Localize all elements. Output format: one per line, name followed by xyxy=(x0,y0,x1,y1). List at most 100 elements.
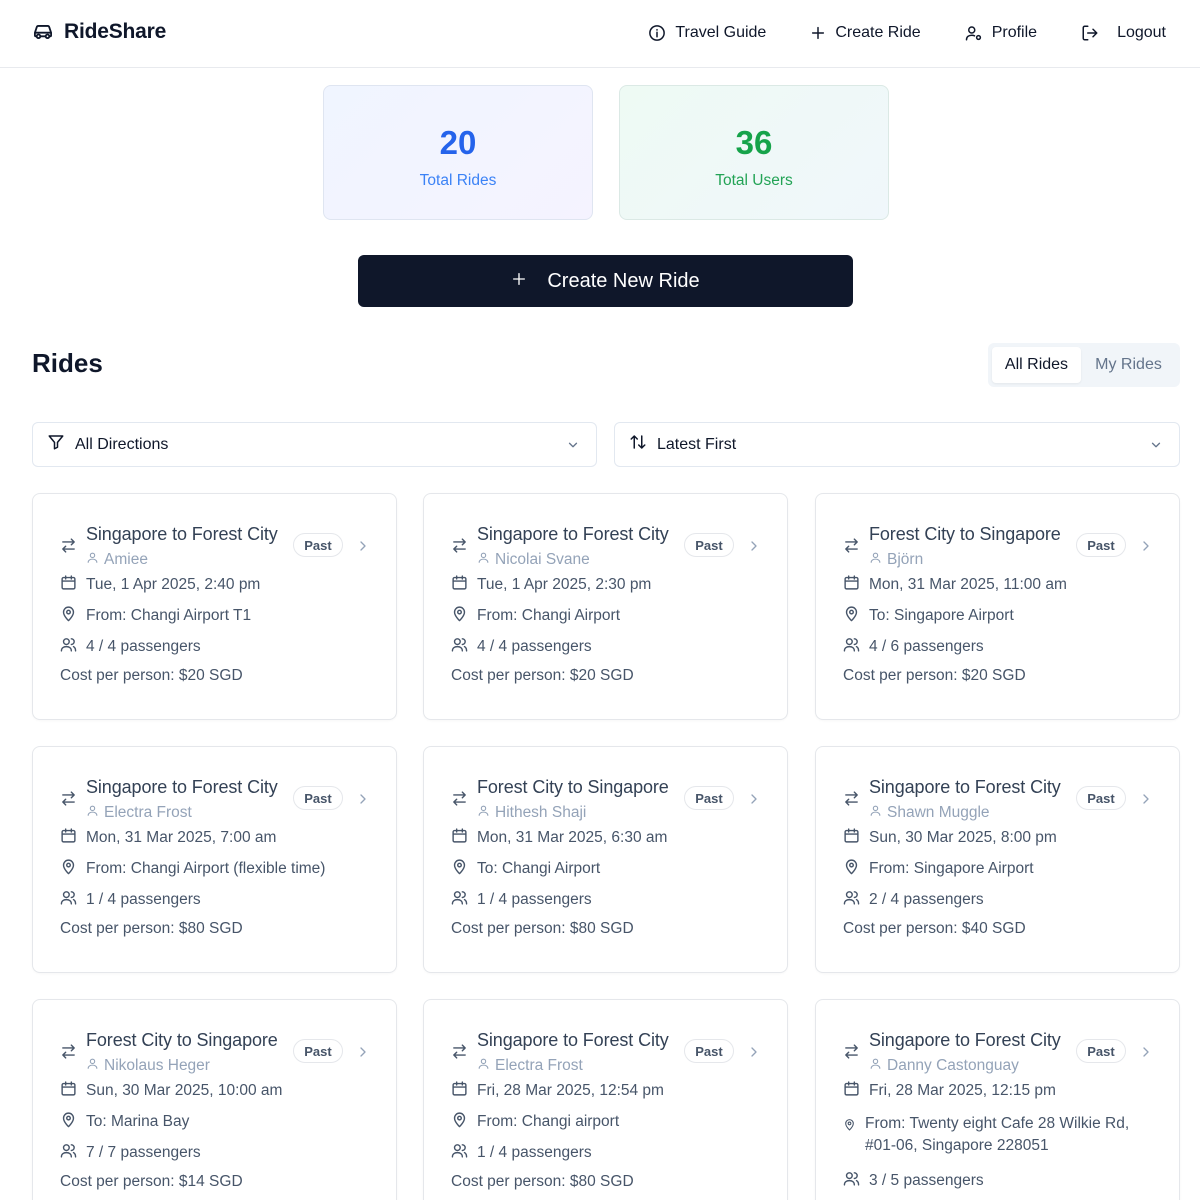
map-pin-icon xyxy=(843,1116,856,1138)
nav-create-ride-label: Create Ride xyxy=(835,24,921,41)
ride-card[interactable]: Forest City to Singapore Nikolaus Heger … xyxy=(32,999,397,1200)
ride-passengers-row: 1 / 4 passengers xyxy=(451,1142,592,1164)
nav-travel-guide-label: Travel Guide xyxy=(675,24,767,41)
chevron-right-icon[interactable] xyxy=(746,538,762,559)
brand-logo[interactable]: RideShare xyxy=(32,20,166,44)
logout-icon xyxy=(1081,24,1099,42)
direction-filter-select[interactable]: All Directions xyxy=(32,422,597,467)
user-icon xyxy=(869,1057,882,1075)
users-icon xyxy=(60,1142,77,1164)
map-pin-icon xyxy=(60,858,77,880)
ride-cost: Cost per person: $20 SGD xyxy=(60,667,243,684)
chevron-right-icon[interactable] xyxy=(746,791,762,812)
sort-order-select[interactable]: Latest First xyxy=(614,422,1180,467)
ride-passengers: 4 / 4 passengers xyxy=(477,638,592,655)
users-icon xyxy=(451,636,468,658)
nav-create-ride[interactable]: Create Ride xyxy=(810,24,921,42)
users-icon xyxy=(843,1170,860,1192)
ride-cost: Cost per person: $14 SGD xyxy=(60,1173,243,1190)
ride-route: Singapore to Forest City xyxy=(86,777,278,797)
ride-datetime-row: Fri, 28 Mar 2025, 12:15 pm xyxy=(843,1080,1056,1102)
ride-driver: Hithesh Shaji xyxy=(477,804,586,822)
chevron-right-icon[interactable] xyxy=(355,791,371,812)
user-icon xyxy=(477,804,490,822)
ride-cost: Cost per person: $40 SGD xyxy=(843,920,1026,937)
rides-view-toggle: All Rides My Rides xyxy=(988,343,1180,387)
ride-card[interactable]: Singapore to Forest City Nicolai Svane P… xyxy=(423,493,788,720)
ride-cost: Cost per person: $20 SGD xyxy=(451,667,634,684)
status-badge: Past xyxy=(293,1039,343,1063)
ride-card[interactable]: Singapore to Forest City Electra Frost P… xyxy=(423,999,788,1200)
ride-location-row: From: Singapore Airport xyxy=(843,858,1034,880)
ride-passengers-row: 2 / 4 passengers xyxy=(843,889,984,911)
create-new-ride-label: Create New Ride xyxy=(547,269,700,292)
calendar-icon xyxy=(451,574,468,596)
ride-location: From: Changi Airport (flexible time) xyxy=(86,860,326,877)
ride-passengers: 3 / 5 passengers xyxy=(869,1172,984,1189)
ride-passengers: 1 / 4 passengers xyxy=(477,891,592,908)
ride-location: From: Twenty eight Cafe 28 Wilkie Rd, #0… xyxy=(865,1115,1130,1154)
ride-passengers: 2 / 4 passengers xyxy=(869,891,984,908)
ride-card[interactable]: Singapore to Forest City Electra Frost P… xyxy=(32,746,397,973)
chevron-right-icon[interactable] xyxy=(355,538,371,559)
map-pin-icon xyxy=(60,1111,77,1133)
ride-driver-name: Danny Castonguay xyxy=(887,1057,1019,1074)
chevron-right-icon[interactable] xyxy=(1138,1044,1154,1065)
ride-passengers: 4 / 4 passengers xyxy=(86,638,201,655)
map-pin-icon xyxy=(451,605,468,627)
total-users-label: Total Users xyxy=(715,172,793,189)
chevron-down-icon xyxy=(1149,438,1163,457)
ride-card[interactable]: Forest City to Singapore Björn Past Mon,… xyxy=(815,493,1180,720)
ride-datetime: Sun, 30 Mar 2025, 10:00 am xyxy=(86,1082,283,1099)
calendar-icon xyxy=(843,827,860,849)
chevron-right-icon[interactable] xyxy=(1138,538,1154,559)
ride-card[interactable]: Forest City to Singapore Hithesh Shaji P… xyxy=(423,746,788,973)
ride-passengers: 4 / 6 passengers xyxy=(869,638,984,655)
ride-route: Singapore to Forest City xyxy=(86,524,278,544)
status-badge: Past xyxy=(1076,786,1126,810)
ride-passengers-row: 4 / 4 passengers xyxy=(451,636,592,658)
swap-icon xyxy=(843,790,860,812)
swap-icon xyxy=(60,537,77,559)
direction-filter-value: All Directions xyxy=(75,435,169,453)
map-pin-icon xyxy=(843,605,860,627)
create-new-ride-button[interactable]: Create New Ride xyxy=(358,255,853,307)
chevron-right-icon[interactable] xyxy=(1138,791,1154,812)
nav-profile-label: Profile xyxy=(991,24,1038,41)
nav-profile[interactable]: Profile xyxy=(965,24,1037,42)
nav-travel-guide[interactable]: Travel Guide xyxy=(648,24,766,42)
ride-location-row: From: Changi Airport xyxy=(451,605,620,627)
plus-icon xyxy=(810,25,826,41)
ride-datetime-row: Mon, 31 Mar 2025, 11:00 am xyxy=(843,574,1067,596)
chevron-right-icon[interactable] xyxy=(355,1044,371,1065)
sort-icon xyxy=(629,433,647,456)
ride-card[interactable]: Singapore to Forest City Danny Castongua… xyxy=(815,999,1180,1200)
calendar-icon xyxy=(451,827,468,849)
status-badge: Past xyxy=(684,786,734,810)
rides-heading: Rides xyxy=(32,348,103,378)
swap-icon xyxy=(60,790,77,812)
info-icon xyxy=(648,24,666,42)
ride-location: To: Singapore Airport xyxy=(869,607,1014,624)
ride-datetime: Sun, 30 Mar 2025, 8:00 pm xyxy=(869,829,1057,846)
ride-card[interactable]: Singapore to Forest City Amiee Past Tue,… xyxy=(32,493,397,720)
nav-logout[interactable]: Logout xyxy=(1081,24,1166,42)
chevron-down-icon xyxy=(566,438,580,457)
ride-datetime: Fri, 28 Mar 2025, 12:54 pm xyxy=(477,1082,664,1099)
tab-my-rides[interactable]: My Rides xyxy=(1081,347,1176,383)
chevron-right-icon[interactable] xyxy=(746,1044,762,1065)
ride-card[interactable]: Singapore to Forest City Shawn Muggle Pa… xyxy=(815,746,1180,973)
ride-driver: Electra Frost xyxy=(86,804,192,822)
ride-passengers-row: 1 / 4 passengers xyxy=(451,889,592,911)
ride-driver: Björn xyxy=(869,551,923,569)
ride-driver-name: Shawn Muggle xyxy=(887,804,990,821)
users-icon xyxy=(843,636,860,658)
ride-cost: Cost per person: $80 SGD xyxy=(60,920,243,937)
ride-route: Singapore to Forest City xyxy=(869,1030,1061,1050)
users-icon xyxy=(843,889,860,911)
calendar-icon xyxy=(843,1080,860,1102)
ride-datetime-row: Sun, 30 Mar 2025, 10:00 am xyxy=(60,1080,282,1102)
tab-all-rides[interactable]: All Rides xyxy=(992,347,1081,383)
map-pin-icon xyxy=(451,1111,468,1133)
ride-cost: Cost per person: $80 SGD xyxy=(451,1173,634,1190)
